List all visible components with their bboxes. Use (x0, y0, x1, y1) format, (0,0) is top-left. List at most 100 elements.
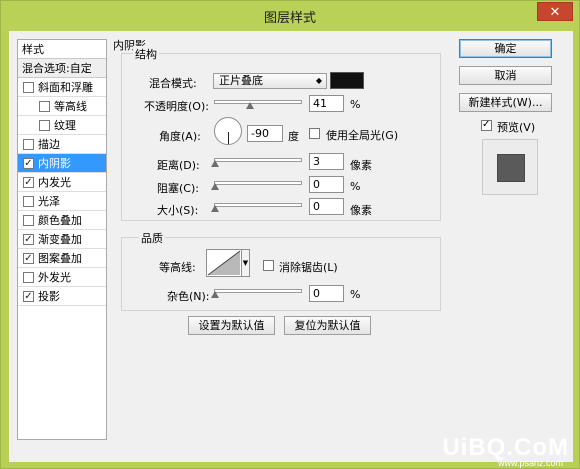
choke-slider[interactable] (214, 181, 302, 185)
style-item-label: 颜色叠加 (38, 214, 82, 227)
cancel-button[interactable]: 取消 (459, 66, 552, 85)
style-item-label: 等高线 (54, 100, 87, 113)
contour-dropdown-arrow-icon[interactable]: ▼ (242, 249, 250, 277)
blend-mode-label: 混合模式: (149, 77, 197, 90)
style-item-label: 图案叠加 (38, 252, 82, 265)
style-item-label: 斜面和浮雕 (38, 81, 93, 94)
angle-label: 角度(A): (159, 130, 201, 143)
opacity-input[interactable]: 41 (309, 95, 344, 112)
title-bar[interactable]: 图层样式 ✕ (1, 1, 579, 31)
choke-label: 阻塞(C): (157, 182, 199, 195)
style-item[interactable]: ✓ 图案叠加 (18, 249, 106, 268)
choke-input[interactable]: 0 (309, 176, 344, 193)
checkmark-icon: ✓ (482, 119, 491, 130)
style-checkbox[interactable] (23, 138, 34, 150)
noise-unit: % (350, 288, 361, 301)
ok-button[interactable]: 确定 (459, 39, 552, 58)
make-default-button[interactable]: 设置为默认值 (188, 316, 275, 335)
dialog-body: 样式 混合选项:自定 斜面和浮雕等高线纹理描边 ✓ 内阴影 ✓ 内发光光泽颜色叠加 ✓ 渐变… (9, 31, 573, 462)
contour-curve-icon (207, 250, 241, 276)
size-input[interactable]: 0 (309, 198, 344, 215)
size-label: 大小(S): (157, 204, 199, 217)
style-checkbox[interactable] (23, 271, 34, 283)
blend-mode-value: 正片叠底 (219, 74, 263, 87)
distance-input[interactable]: 3 (309, 153, 344, 170)
size-slider[interactable] (214, 203, 302, 207)
distance-slider[interactable] (214, 158, 302, 162)
opacity-slider[interactable] (214, 100, 302, 104)
style-item-label: 内阴影 (38, 157, 71, 170)
opacity-unit: % (350, 98, 361, 111)
choke-unit: % (350, 180, 361, 193)
angle-dial[interactable] (214, 117, 242, 145)
structure-title: 结构 (133, 46, 159, 62)
style-item[interactable]: ✓ 内发光 (18, 173, 106, 192)
noise-input[interactable]: 0 (309, 285, 344, 302)
style-item[interactable]: 纹理 (18, 116, 106, 135)
dialog-title: 图层样式 (263, 11, 316, 26)
style-item-label: 描边 (38, 138, 60, 151)
style-checkbox[interactable]: ✓ (23, 176, 34, 188)
style-checkbox[interactable]: ✓ (23, 233, 34, 245)
quality-title: 品质 (139, 230, 165, 246)
style-item[interactable]: 光泽 (18, 192, 106, 211)
style-item[interactable]: 等高线 (18, 97, 106, 116)
noise-slider-thumb[interactable] (211, 291, 219, 298)
anti-alias-label: 消除锯齿(L) (279, 261, 338, 274)
noise-label: 杂色(N): (167, 290, 210, 303)
style-item-label: 纹理 (54, 119, 76, 132)
shadow-color-swatch[interactable] (330, 72, 364, 89)
close-button[interactable]: ✕ (537, 2, 573, 21)
opacity-label: 不透明度(O): (144, 100, 209, 113)
style-item[interactable]: 颜色叠加 (18, 211, 106, 230)
contour-label: 等高线: (159, 261, 196, 274)
blend-mode-select[interactable]: 正片叠底 ◆ (213, 73, 327, 89)
style-checkbox[interactable]: ✓ (23, 157, 34, 169)
style-checkbox[interactable] (39, 119, 50, 131)
anti-alias-checkbox[interactable] (263, 260, 274, 271)
reset-default-button[interactable]: 复位为默认值 (284, 316, 371, 335)
style-item[interactable]: ✓ 渐变叠加 (18, 230, 106, 249)
style-item-label: 渐变叠加 (38, 233, 82, 246)
style-item-label: 内发光 (38, 176, 71, 189)
contour-picker[interactable] (206, 249, 242, 277)
blending-options-item[interactable]: 混合选项:自定 (18, 59, 106, 78)
watermark-url: www.psahz.com (497, 458, 563, 468)
layer-style-dialog: 图层样式 ✕ 样式 混合选项:自定 斜面和浮雕等高线纹理描边 ✓ 内阴影 ✓ 内发光光泽… (0, 0, 580, 469)
style-item-label: 投影 (38, 290, 60, 303)
style-checkbox[interactable]: ✓ (23, 252, 34, 264)
style-preview (482, 139, 538, 195)
style-item[interactable]: 外发光 (18, 268, 106, 287)
style-checkbox[interactable] (39, 100, 50, 112)
style-checkbox[interactable] (23, 81, 34, 93)
noise-slider[interactable] (214, 289, 302, 293)
style-item[interactable]: 斜面和浮雕 (18, 78, 106, 97)
style-checkbox[interactable] (23, 195, 34, 207)
style-item[interactable]: ✓ 内阴影 (18, 154, 106, 173)
distance-label: 距离(D): (157, 159, 200, 172)
opacity-slider-thumb[interactable] (246, 102, 255, 109)
preview-checkbox[interactable]: ✓ (481, 119, 492, 131)
style-item-label: 光泽 (38, 195, 60, 208)
styles-header[interactable]: 样式 (18, 40, 106, 59)
style-checkbox[interactable] (23, 214, 34, 226)
angle-input[interactable]: -90 (247, 125, 283, 142)
style-checkbox[interactable]: ✓ (23, 290, 34, 302)
angle-unit: 度 (288, 130, 299, 143)
size-slider-thumb[interactable] (211, 205, 219, 212)
select-arrow-icon: ◆ (315, 76, 322, 85)
style-item[interactable]: ✓ 投影 (18, 287, 106, 306)
new-style-button[interactable]: 新建样式(W)... (459, 93, 552, 112)
style-item[interactable]: 描边 (18, 135, 106, 154)
preview-thumbnail (497, 154, 525, 182)
angle-needle (228, 132, 229, 144)
distance-unit: 像素 (350, 159, 372, 172)
styles-list: 样式 混合选项:自定 斜面和浮雕等高线纹理描边 ✓ 内阴影 ✓ 内发光光泽颜色叠加 ✓ 渐变… (17, 39, 107, 440)
distance-slider-thumb[interactable] (211, 160, 219, 167)
style-item-label: 外发光 (38, 271, 71, 284)
global-light-label: 使用全局光(G) (326, 129, 399, 142)
global-light-checkbox[interactable] (309, 128, 320, 139)
choke-slider-thumb[interactable] (211, 183, 219, 190)
preview-label: 预览(V) (497, 121, 536, 134)
size-unit: 像素 (350, 204, 372, 217)
